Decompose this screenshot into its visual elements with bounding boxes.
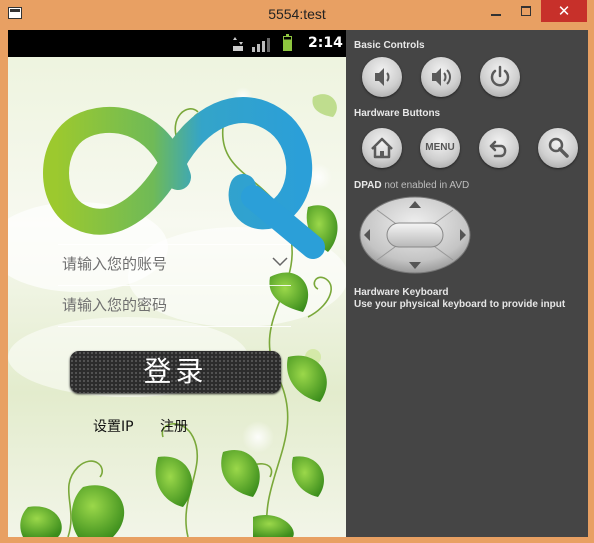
username-input[interactable]	[58, 245, 277, 283]
back-icon	[489, 140, 507, 158]
minimize-button[interactable]	[482, 0, 510, 22]
home-icon	[371, 137, 393, 159]
phone-screen: 2:14 请输入您的账号 登录 设置IP 注册	[8, 30, 346, 537]
login-button[interactable]: 登录	[70, 351, 281, 393]
home-button[interactable]	[362, 128, 402, 168]
network-activity-icon	[233, 37, 243, 51]
volume-up-button[interactable]	[421, 57, 461, 97]
menu-button-label: MENU	[425, 142, 455, 153]
signal-strength-icon	[252, 38, 270, 52]
register-link[interactable]: 注册	[160, 416, 188, 436]
back-button[interactable]	[479, 128, 519, 168]
emulator-window: 5554:test ✕ 2:14 请输入您的账号 登录 设置IP 注册 Basi…	[0, 0, 594, 543]
keyboard-title: Hardware Keyboard	[354, 287, 449, 298]
dpad-note: not enabled in AVD	[384, 180, 470, 191]
menu-button[interactable]: MENU	[420, 128, 460, 168]
title-bar[interactable]: 5554:test ✕	[0, 0, 594, 30]
dpad-title: DPAD not enabled in AVD	[354, 180, 469, 191]
password-input[interactable]	[58, 286, 277, 324]
search-icon	[548, 137, 569, 158]
power-button[interactable]	[480, 57, 520, 97]
volume-up-icon	[432, 68, 451, 86]
keyboard-note: Use your physical keyboard to provide in…	[354, 299, 566, 310]
volume-down-button[interactable]	[362, 57, 402, 97]
basic-controls-title: Basic Controls	[354, 40, 425, 51]
close-button[interactable]: ✕	[541, 0, 587, 22]
settings-ip-link[interactable]: 设置IP	[93, 416, 134, 436]
password-field[interactable]	[58, 286, 291, 327]
volume-down-icon	[375, 68, 390, 86]
chevron-down-icon[interactable]	[272, 257, 288, 267]
maximize-button[interactable]	[512, 0, 540, 22]
username-field[interactable]	[58, 244, 291, 286]
battery-icon	[283, 34, 292, 51]
dpad-control[interactable]	[359, 196, 471, 274]
hardware-buttons-title: Hardware Buttons	[354, 108, 441, 119]
dpad-title-label: DPAD	[354, 180, 382, 191]
power-icon	[490, 65, 510, 87]
emulator-controls-panel: Basic Controls Hardware Buttons MENU DPA…	[346, 30, 588, 537]
status-bar: 2:14	[8, 30, 346, 57]
status-time: 2:14	[308, 35, 343, 51]
search-button[interactable]	[538, 128, 578, 168]
